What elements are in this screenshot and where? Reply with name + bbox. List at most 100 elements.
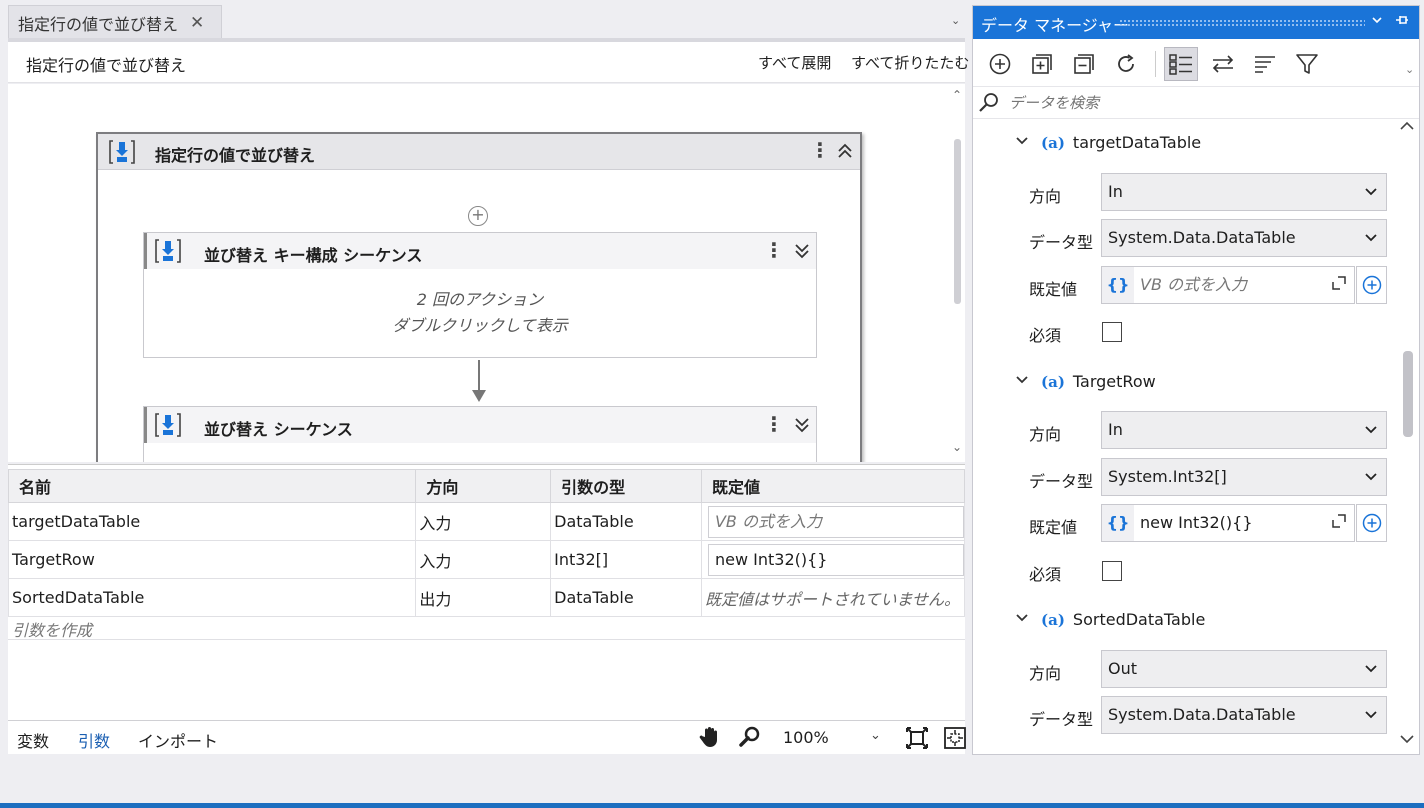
document-tab[interactable]: 指定行の値で並び替え ✕	[8, 5, 222, 39]
column-header-direction[interactable]: 方向	[415, 469, 552, 503]
canvas-scroll-up-icon[interactable]: ⌃	[952, 88, 962, 102]
add-activity-icon[interactable]: +	[468, 206, 488, 226]
sort-icon[interactable]	[1248, 47, 1282, 81]
designer-status-bar: 変数 引数 インポート 100% ⌄	[8, 720, 967, 754]
argument-name[interactable]: targetDataTable	[7, 502, 417, 541]
collapse-all-button[interactable]: すべて折りたたむ	[851, 52, 969, 73]
zoom-level[interactable]: 100%	[783, 728, 829, 747]
filter-icon[interactable]	[1290, 47, 1324, 81]
data-manager-panel: データ マネージャー ⌄ データを検索 (a) targetDataTable …	[972, 5, 1420, 755]
argument-node-targetdatatable[interactable]: (a) targetDataTable	[1015, 133, 1201, 152]
argument-node-targetrow[interactable]: (a) TargetRow	[1015, 372, 1156, 391]
workflow-canvas[interactable]: 指定行の値で並び替え ⋮ + 並び替え キー構成 シーケンス ⋮ 2 回のアクシ…	[8, 84, 965, 462]
inner-sequence-title: 並び替え キー構成 シーケンス	[204, 246, 423, 265]
argument-node-sorteddatatable[interactable]: (a) SortedDataTable	[1015, 610, 1205, 629]
create-argument-row[interactable]: 引数を作成	[12, 617, 92, 641]
expand-chevron-icon[interactable]	[794, 417, 810, 436]
default-value-input[interactable]: new Int32(){}	[707, 543, 964, 576]
argument-direction[interactable]: 入力	[415, 502, 552, 541]
scroll-up-icon[interactable]	[1399, 120, 1415, 136]
required-checkbox[interactable]	[1102, 322, 1122, 342]
inner-sequence-sort-key[interactable]: 並び替え キー構成 シーケンス ⋮ 2 回のアクション ダブルクリックして表示	[143, 232, 817, 358]
close-icon[interactable]: ✕	[190, 13, 204, 33]
argument-direction[interactable]: 入力	[415, 540, 552, 579]
data-type-select[interactable]: System.Data.DataTable	[1101, 219, 1387, 257]
argument-icon: (a)	[1041, 372, 1065, 391]
expand-all-icon[interactable]	[1025, 47, 1059, 81]
add-expression-icon[interactable]	[1356, 504, 1387, 542]
more-options-icon[interactable]: ⋮	[810, 140, 830, 160]
tab-imports[interactable]: インポート	[138, 728, 218, 752]
magnifier-icon[interactable]	[738, 725, 762, 753]
default-expression-input[interactable]: {} new Int32(){}	[1101, 504, 1355, 542]
collapsed-note[interactable]: 2 回のアクション ダブルクリックして表示	[144, 287, 816, 339]
data-manager-titlebar[interactable]: データ マネージャー	[973, 6, 1419, 39]
chevron-down-icon	[1364, 651, 1378, 701]
column-header-name[interactable]: 名前	[7, 469, 417, 503]
direction-select[interactable]: In	[1101, 173, 1387, 211]
more-options-icon[interactable]: ⋮	[764, 414, 784, 434]
toolbar-overflow-icon[interactable]: ⌄	[1405, 63, 1414, 76]
chevron-down-icon[interactable]: ⌄	[870, 728, 881, 743]
chevron-down-icon	[1364, 412, 1378, 462]
canvas-scrollbar[interactable]	[954, 139, 961, 304]
collapse-all-icon[interactable]	[1067, 47, 1101, 81]
table-row[interactable]: TargetRow 入力 Int32[] new Int32(){}	[7, 540, 966, 579]
argument-direction[interactable]: 出力	[415, 578, 552, 617]
tab-overflow-chevron-icon[interactable]: ⌄	[951, 14, 960, 27]
inner-sequence-header[interactable]: 並び替え キー構成 シーケンス ⋮	[144, 233, 816, 269]
direction-select[interactable]: Out	[1101, 650, 1387, 688]
chevron-down-icon[interactable]	[1015, 611, 1041, 629]
default-expression-input[interactable]: {} VB の式を入力	[1101, 266, 1355, 304]
tab-arguments[interactable]: 引数	[78, 728, 110, 752]
argument-type[interactable]: DataTable	[550, 578, 702, 617]
swap-icon[interactable]	[1206, 47, 1240, 81]
column-header-default[interactable]: 既定値	[700, 469, 966, 503]
chevron-down-icon[interactable]	[1015, 373, 1041, 391]
more-options-icon[interactable]: ⋮	[764, 240, 784, 260]
panel-menu-chevron-icon[interactable]	[1371, 14, 1383, 29]
drag-grip[interactable]	[1119, 19, 1365, 27]
data-type-select[interactable]: System.Data.DataTable	[1101, 696, 1387, 734]
data-type-select[interactable]: System.Int32[]	[1101, 458, 1387, 496]
outer-sequence-header[interactable]: 指定行の値で並び替え ⋮	[98, 134, 860, 170]
inner-sequence-sort[interactable]: 並び替え シーケンス ⋮	[143, 406, 817, 462]
pan-hand-icon[interactable]	[698, 725, 722, 753]
add-expression-icon[interactable]	[1356, 266, 1387, 304]
expand-editor-icon[interactable]	[1332, 276, 1346, 290]
chevron-down-icon[interactable]	[1015, 134, 1041, 152]
fit-to-screen-icon[interactable]	[905, 726, 929, 754]
inner-sequence-header[interactable]: 並び替え シーケンス ⋮	[144, 407, 816, 443]
canvas-scroll-down-icon[interactable]: ⌄	[952, 440, 962, 454]
add-icon[interactable]	[983, 47, 1017, 81]
column-header-type[interactable]: 引数の型	[550, 469, 702, 503]
breadcrumb[interactable]: 指定行の値で並び替え	[26, 52, 186, 76]
detail-view-icon[interactable]	[1164, 47, 1198, 81]
argument-name[interactable]: TargetRow	[7, 540, 417, 579]
data-manager-scrollbar[interactable]	[1403, 351, 1413, 437]
table-row[interactable]: SortedDataTable 出力 DataTable 既定値はサポートされて…	[7, 578, 966, 617]
argument-type[interactable]: Int32[]	[550, 540, 702, 579]
expand-chevron-icon[interactable]	[794, 243, 810, 262]
refresh-icon[interactable]	[1109, 47, 1143, 81]
argument-name: targetDataTable	[1072, 133, 1202, 152]
expression-braces-icon: {}	[1102, 505, 1134, 541]
required-checkbox[interactable]	[1102, 561, 1122, 581]
overview-icon[interactable]	[943, 726, 967, 754]
pin-icon[interactable]	[1394, 12, 1410, 32]
search-input[interactable]	[1009, 91, 1389, 115]
arguments-panel: 名前 方向 引数の型 既定値 targetDataTable 入力 DataTa…	[7, 464, 966, 754]
default-value-unsupported: 既定値はサポートされていません。	[700, 578, 966, 617]
expand-all-button[interactable]: すべて展開	[758, 52, 831, 73]
outer-sequence[interactable]: 指定行の値で並び替え ⋮ + 並び替え キー構成 シーケンス ⋮ 2 回のアクシ…	[96, 132, 862, 462]
argument-type[interactable]: DataTable	[550, 502, 702, 541]
collapse-chevron-icon[interactable]	[837, 143, 853, 162]
table-row[interactable]: targetDataTable 入力 DataTable VB の式を入力	[7, 502, 966, 541]
tab-variables[interactable]: 変数	[17, 728, 49, 752]
argument-name[interactable]: SortedDataTable	[7, 578, 417, 617]
direction-select[interactable]: In	[1101, 411, 1387, 449]
data-type-value: System.Int32[]	[1108, 467, 1227, 486]
default-value-input[interactable]: VB の式を入力	[707, 505, 964, 538]
expand-editor-icon[interactable]	[1332, 514, 1346, 528]
scroll-down-icon[interactable]	[1399, 733, 1415, 749]
